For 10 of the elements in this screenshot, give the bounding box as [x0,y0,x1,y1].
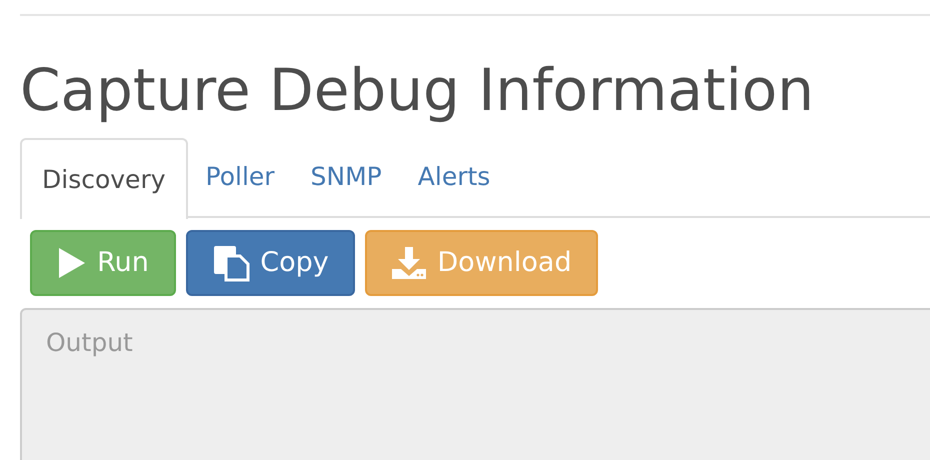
tab[interactable]: Poller [188,138,293,216]
download-icon [391,245,428,281]
tab[interactable]: SNMP [292,138,400,216]
play-icon [57,247,88,279]
tab[interactable]: Alerts [400,138,508,216]
tab[interactable]: Discovery [20,138,188,219]
copy-button[interactable]: Copy [186,230,355,296]
run-button[interactable]: Run [30,230,176,296]
page-title: Capture Debug Information [20,55,815,126]
copy-icon [212,244,250,282]
